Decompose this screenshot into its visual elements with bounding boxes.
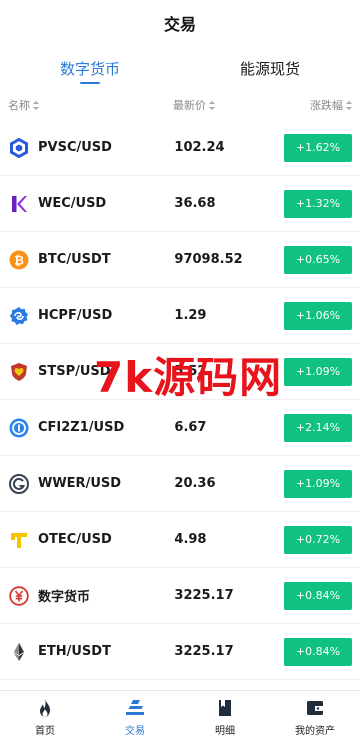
sort-icon [346, 100, 352, 110]
nav-details[interactable]: 明细 [180, 691, 270, 742]
ethereum-icon [9, 642, 29, 662]
market-row[interactable]: ETH/USDT 3225.17 +0.84% [0, 624, 360, 680]
k-logo-icon [9, 194, 29, 214]
coin-price: 3225.17 [174, 588, 234, 603]
sort-by-price[interactable]: 最新价 [173, 97, 283, 113]
svg-text:₿: ₿ [14, 253, 24, 267]
coin-price: 5.52 [174, 364, 207, 379]
change-badge: +0.84% [284, 637, 352, 666]
hexagon-chain-icon [9, 137, 29, 158]
coin-name: WWER/USD [38, 476, 122, 491]
g-circle-icon [9, 473, 29, 494]
market-row[interactable]: WWER/USD 20.36 +1.09% [0, 456, 360, 512]
column-price-label: 最新价 [173, 99, 206, 112]
nav-label: 明细 [215, 725, 235, 737]
coin-name: PVSC/USD [38, 140, 112, 155]
market-tabs: 数字货币 能源现货 [0, 46, 360, 90]
document-icon [214, 697, 236, 719]
change-badge: +1.06% [284, 301, 352, 330]
change-badge: +0.65% [284, 245, 352, 274]
coin-name: OTEC/USD [38, 532, 112, 547]
market-row[interactable]: PVSC/USD 102.24 +1.62% [0, 120, 360, 176]
change-badge: +2.14% [284, 413, 352, 442]
change-badge: +1.62% [284, 133, 352, 162]
nav-my-assets[interactable]: 我的资产 [270, 691, 360, 742]
page-title: 交易 [163, 15, 196, 34]
market-row[interactable]: CFI2Z1/USD 6.67 +2.14% [0, 400, 360, 456]
change-badge: +1.32% [284, 189, 352, 218]
market-row[interactable]: HCPF/USD 1.29 +1.06% [0, 288, 360, 344]
coin-name: WEC/USD [38, 196, 107, 211]
coin-name: ETH/USDT [38, 644, 111, 659]
yuan-circle-icon [9, 585, 29, 606]
column-header: 名称 最新价 涨跌幅 [0, 90, 360, 120]
coin-price: 97098.52 [174, 252, 243, 267]
nav-label: 我的资产 [295, 725, 335, 737]
page-header: 交易 [0, 0, 360, 46]
nav-home[interactable]: 首页 [0, 691, 90, 742]
nav-trade[interactable]: 交易 [90, 691, 180, 742]
coin-price: 1.29 [174, 308, 207, 323]
ring-coin-icon [9, 418, 29, 438]
sort-icon [33, 100, 39, 110]
change-badge: +0.84% [284, 581, 352, 610]
swirl-badge-icon [9, 306, 29, 326]
coin-price: 102.24 [174, 140, 225, 155]
nav-label: 首页 [35, 725, 55, 737]
coin-name: BTC/USDT [38, 252, 111, 267]
market-list: PVSC/USD 102.24 +1.62% WEC/USD 36.68 +1.… [0, 120, 360, 680]
market-row[interactable]: STSP/USD 5.52 +1.09% [0, 344, 360, 400]
sort-by-name[interactable]: 名称 [8, 97, 173, 113]
wallet-icon [304, 697, 326, 719]
coin-price: 20.36 [174, 476, 216, 491]
tab-energy-spot[interactable]: 能源现货 [180, 46, 360, 90]
coin-name: STSP/USD [38, 364, 111, 379]
coin-price: 4.98 [174, 532, 207, 547]
flame-icon [34, 697, 56, 719]
coin-price: 3225.17 [174, 644, 234, 659]
coin-name: 数字货币 [38, 590, 91, 605]
market-row[interactable]: OTEC/USD 4.98 +0.72% [0, 512, 360, 568]
change-badge: +1.09% [284, 469, 352, 498]
market-row[interactable]: 数字货币 3225.17 +0.84% [0, 568, 360, 624]
bitcoin-icon: ₿ [9, 250, 29, 270]
change-badge: +1.09% [284, 357, 352, 386]
change-badge: +0.72% [284, 525, 352, 554]
coin-name: CFI2Z1/USD [38, 420, 125, 435]
coin-price: 36.68 [174, 196, 216, 211]
coin-name: HCPF/USD [38, 308, 113, 323]
market-row[interactable]: ₿ BTC/USDT 97098.52 +0.65% [0, 232, 360, 288]
bottom-nav: 首页 交易 明细 我的资产 [0, 690, 360, 742]
tab-digital-currency[interactable]: 数字货币 [0, 46, 180, 90]
column-change-label: 涨跌幅 [310, 99, 343, 112]
sort-icon [209, 100, 215, 110]
nav-label: 交易 [125, 725, 145, 737]
column-name-label: 名称 [8, 99, 30, 112]
sort-by-change[interactable]: 涨跌幅 [283, 97, 352, 113]
coin-price: 6.67 [174, 420, 207, 435]
heart-shield-icon [9, 362, 29, 382]
t-logo-icon [9, 530, 29, 550]
market-row[interactable]: WEC/USD 36.68 +1.32% [0, 176, 360, 232]
trade-icon [124, 697, 146, 719]
